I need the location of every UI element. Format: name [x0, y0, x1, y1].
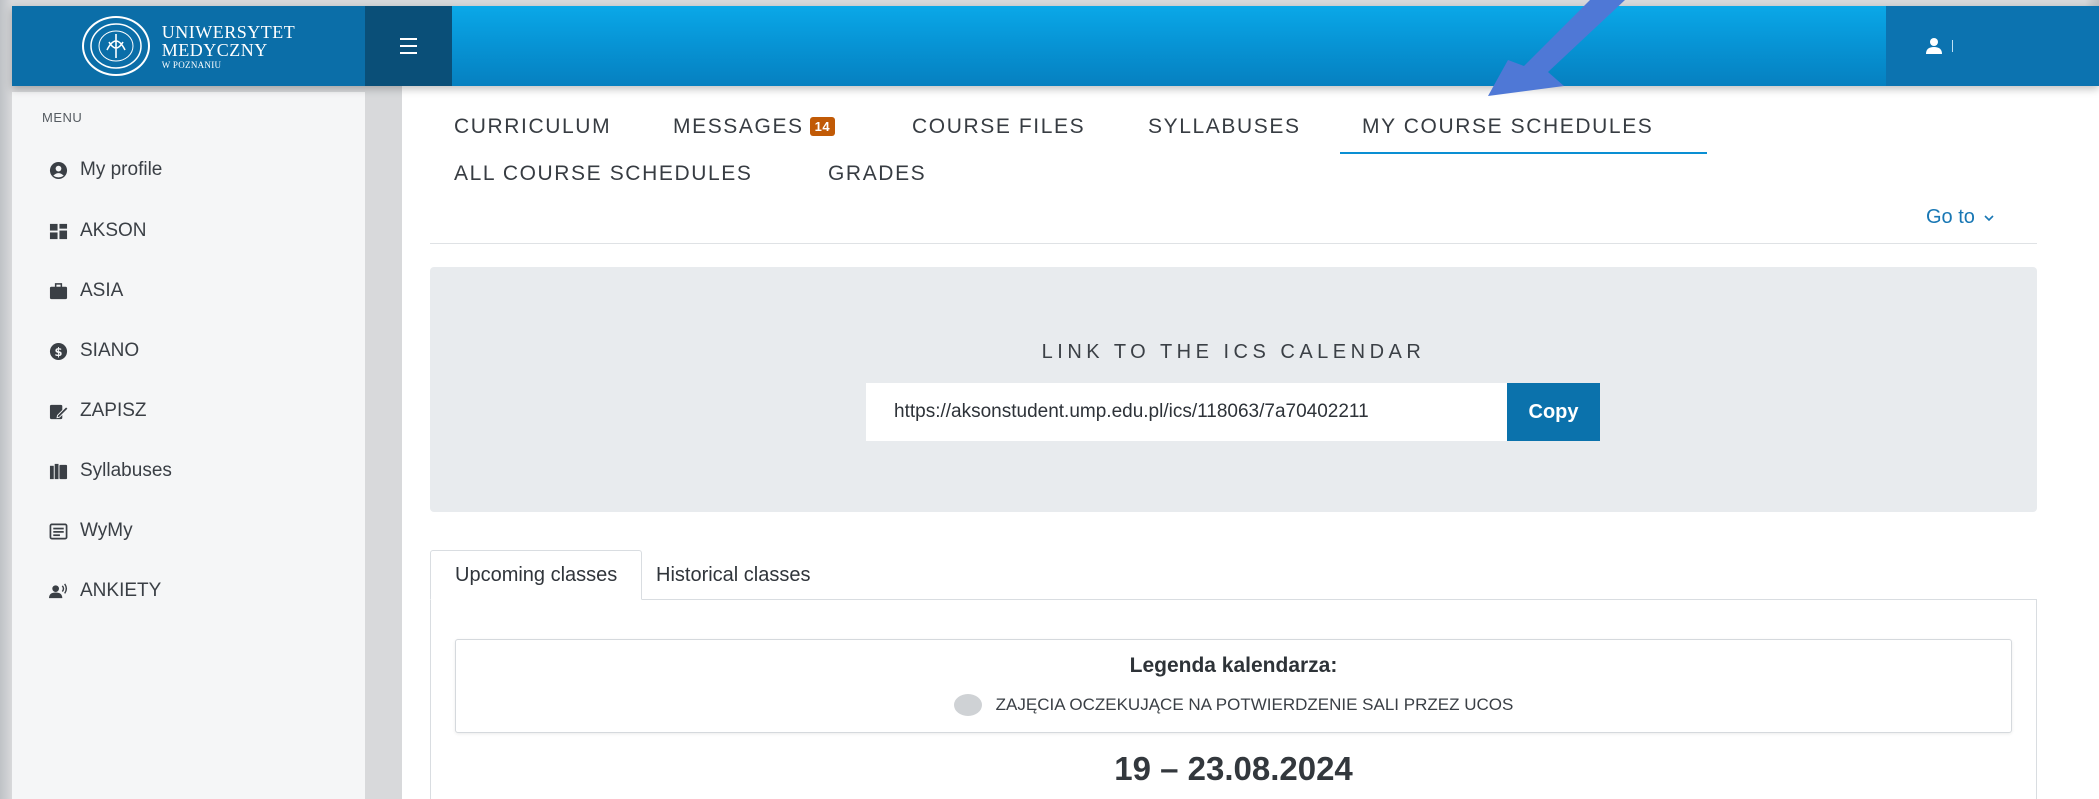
tab-syllabuses[interactable]: SYLLABUSES — [1148, 115, 1301, 139]
briefcase-icon — [49, 282, 68, 299]
tab-my-course-schedules[interactable]: MY COURSE SCHEDULES — [1362, 115, 1653, 139]
annotation-arrow-icon — [1488, 0, 1625, 96]
user-separator — [1952, 40, 1953, 52]
university-seal-icon — [81, 16, 150, 76]
ics-url-input[interactable] — [866, 383, 1507, 441]
sidebar: MENU My profile AKSON ASIA $ SIANO ZAPIS… — [12, 92, 365, 799]
tab-grades[interactable]: GRADES — [828, 162, 926, 186]
ics-title: LINK TO THE ICS CALENDAR — [1041, 341, 1426, 363]
tab-upcoming-classes[interactable]: Upcoming classes — [430, 550, 643, 600]
menu-toggle-button[interactable] — [365, 6, 452, 86]
form-icon — [49, 523, 68, 539]
main-content: CURRICULUM MESSAGES 14 COURSE FILES SYLLA… — [402, 86, 2099, 799]
sidebar-item-label: ANKIETY — [80, 580, 162, 601]
week-range-heading: 19 – 23.08.2024 — [1114, 750, 1353, 787]
sidebar-item-label: Syllabuses — [80, 460, 172, 481]
tab-curriculum[interactable]: CURRICULUM — [454, 115, 611, 139]
sidebar-item-label: SIANO — [80, 340, 140, 361]
tab-historical-classes[interactable]: Historical classes — [632, 550, 834, 600]
user-icon — [1926, 38, 1942, 54]
legend-title: Legenda kalendarza: — [1129, 654, 1338, 677]
tab-all-course-schedules[interactable]: ALL COURSE SCHEDULES — [454, 162, 752, 186]
edit-icon — [49, 404, 68, 419]
messages-count-badge: 14 — [809, 117, 836, 136]
sidebar-item-my-profile[interactable]: My profile — [49, 155, 162, 185]
sidebar-item-asia[interactable]: ASIA — [49, 276, 123, 306]
sidebar-item-label: ZAPISZ — [80, 400, 147, 421]
legend-item: ZAJĘCIA OCZEKUJĄCE NA POTWIERDZENIE SALI… — [456, 694, 2011, 716]
hamburger-icon — [400, 36, 417, 57]
university-logo[interactable]: UNIWERSYTET MEDYCZNY W POZNANIU — [12, 6, 365, 86]
logo-line-3: W POZNANIU — [161, 59, 222, 70]
sidebar-item-label: ASIA — [80, 280, 124, 301]
tab-messages-label: MESSAGES — [673, 115, 804, 138]
ics-calendar-panel: LINK TO THE ICS CALENDAR Copy — [430, 267, 2037, 512]
svg-text:$: $ — [55, 344, 63, 358]
tab-course-files[interactable]: COURSE FILES — [912, 115, 1085, 139]
top-bar-fill — [452, 6, 1886, 86]
university-name: UNIWERSYTET MEDYCZNY W POZNANIU — [162, 23, 295, 70]
sidebar-item-ankiety[interactable]: ANKIETY — [49, 576, 161, 606]
sidebar-item-akson[interactable]: AKSON — [49, 216, 147, 246]
sidebar-item-label: AKSON — [80, 220, 147, 241]
sidebar-item-siano[interactable]: $ SIANO — [49, 336, 139, 366]
legend-dot-icon — [953, 694, 982, 716]
calendar-legend: Legenda kalendarza: ZAJĘCIA OCZEKUJĄCE N… — [455, 639, 2012, 733]
tab-messages[interactable]: MESSAGES 14 — [673, 115, 836, 139]
coin-icon: $ — [49, 342, 68, 360]
logo-line-2: MEDYCZNY — [161, 39, 268, 60]
legend-item-label: ZAJĘCIA OCZEKUJĄCE NA POTWIERDZENIE SALI… — [995, 695, 1514, 714]
copy-button[interactable]: Copy — [1507, 383, 1600, 441]
books-icon — [49, 463, 68, 479]
classes-panel: Legenda kalendarza: ZAJĘCIA OCZEKUJĄCE N… — [430, 599, 2037, 799]
chevron-down-icon — [1984, 214, 1994, 221]
sidebar-item-syllabuses[interactable]: Syllabuses — [49, 456, 172, 486]
goto-label: Go to — [1926, 206, 1975, 228]
dashboard-icon — [49, 223, 68, 239]
active-tab-indicator — [1340, 152, 1707, 154]
user-menu-button[interactable] — [1886, 6, 2099, 86]
sidebar-item-wymy[interactable]: WyMy — [49, 516, 133, 546]
user-circle-icon — [49, 161, 68, 179]
logo-line-1: UNIWERSYTET — [161, 21, 296, 42]
sidebar-item-label: My profile — [80, 159, 163, 180]
divider — [430, 243, 2037, 244]
menu-label: MENU — [42, 110, 83, 125]
goto-dropdown[interactable]: Go to — [1926, 206, 1995, 229]
sidebar-item-label: WyMy — [80, 520, 133, 541]
sidebar-item-zapisz[interactable]: ZAPISZ — [49, 396, 147, 426]
survey-icon — [49, 582, 68, 598]
top-bar: UNIWERSYTET MEDYCZNY W POZNANIU — [12, 6, 2099, 86]
